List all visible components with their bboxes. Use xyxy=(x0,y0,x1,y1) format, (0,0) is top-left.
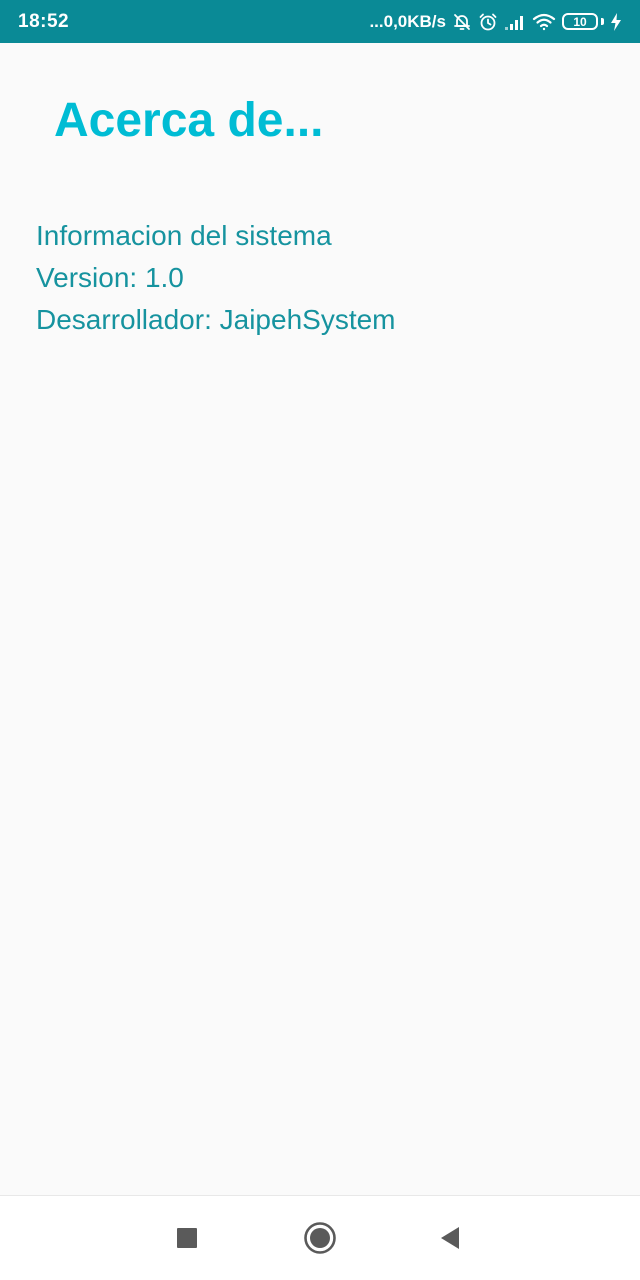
circle-icon xyxy=(304,1222,336,1254)
network-speed: ...0,0KB/s xyxy=(369,11,446,31)
bell-off-icon xyxy=(452,12,472,32)
about-screen: Acerca de... Informacion del sistema Ver… xyxy=(0,43,640,1195)
home-button[interactable] xyxy=(280,1196,360,1280)
system-info: Informacion del sistema Version: 1.0 Des… xyxy=(36,215,396,341)
battery-tip xyxy=(601,18,604,25)
status-bar: 18:52 ...0,0KB/s 10 xyxy=(0,0,640,43)
alarm-icon xyxy=(478,12,498,32)
status-icons: ...0,0KB/s 10 xyxy=(369,12,622,32)
info-system-label: Informacion del sistema xyxy=(36,220,332,251)
wifi-icon xyxy=(532,13,556,31)
square-icon xyxy=(177,1228,197,1248)
signal-icon xyxy=(504,13,526,31)
triangle-back-icon xyxy=(441,1227,459,1249)
status-time: 18:52 xyxy=(18,10,70,32)
charging-icon xyxy=(610,12,622,31)
info-developer: Desarrollador: JaipehSystem xyxy=(36,304,396,335)
info-version: Version: 1.0 xyxy=(36,262,184,293)
battery-level: 10 xyxy=(562,13,598,30)
battery-icon: 10 xyxy=(562,13,604,30)
back-button[interactable] xyxy=(410,1196,490,1280)
recents-button[interactable] xyxy=(147,1196,227,1280)
page-title: Acerca de... xyxy=(54,94,324,147)
navigation-bar xyxy=(0,1195,640,1280)
